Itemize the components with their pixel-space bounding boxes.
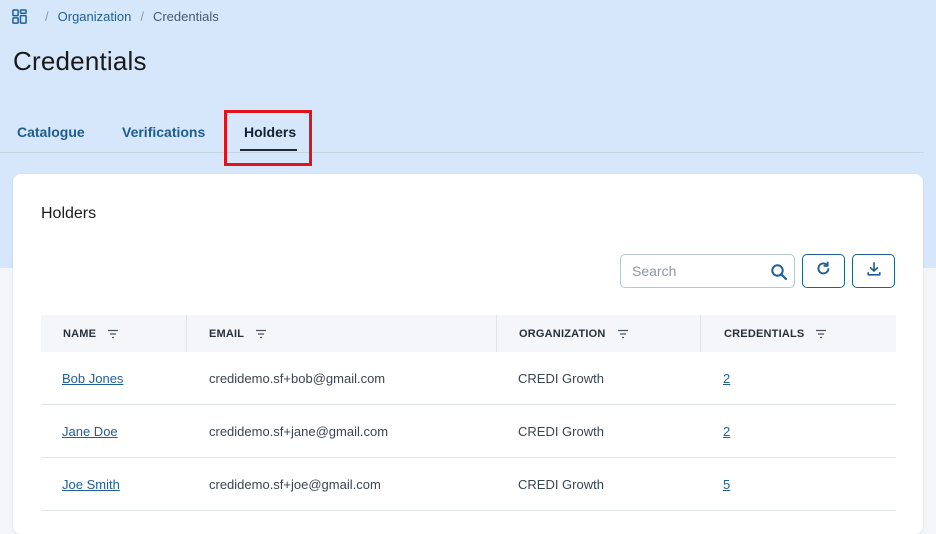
search-box <box>620 254 795 288</box>
holder-credentials-link[interactable]: 2 <box>723 371 730 386</box>
table-header: NAME EMAIL ORGANIZATION CREDENTIALS <box>41 315 896 352</box>
download-icon <box>866 261 882 282</box>
column-header-name: NAME <box>63 315 119 352</box>
column-header-credentials: CREDENTIALS <box>724 315 827 352</box>
holder-name-link[interactable]: Joe Smith <box>62 477 120 492</box>
filter-icon[interactable] <box>107 329 119 339</box>
breadcrumb-item-organization[interactable]: Organization <box>58 9 132 24</box>
breadcrumb-separator: / <box>45 8 49 24</box>
table-row: Jane Doe credidemo.sf+jane@gmail.com CRE… <box>41 405 896 458</box>
filter-icon[interactable] <box>255 329 267 339</box>
holder-organization: CREDI Growth <box>518 371 604 386</box>
column-label: ORGANIZATION <box>519 327 606 340</box>
column-divider <box>700 315 701 352</box>
column-label: CREDENTIALS <box>724 327 805 340</box>
search-input[interactable] <box>621 263 761 279</box>
holder-organization: CREDI Growth <box>518 477 604 492</box>
card-title: Holders <box>41 205 97 222</box>
column-header-organization: ORGANIZATION <box>519 315 629 352</box>
column-header-email: EMAIL <box>209 315 267 352</box>
tab-catalogue[interactable]: Catalogue <box>17 124 85 140</box>
filter-icon[interactable] <box>815 329 827 339</box>
download-button[interactable] <box>852 254 895 288</box>
holder-organization: CREDI Growth <box>518 424 604 439</box>
tab-verifications[interactable]: Verifications <box>122 124 205 140</box>
page-title: Credentials <box>13 46 147 76</box>
dashboard-icon[interactable] <box>12 8 27 24</box>
holder-email: credidemo.sf+joe@gmail.com <box>209 477 381 492</box>
holder-credentials-link[interactable]: 2 <box>723 424 730 439</box>
breadcrumb-separator: / <box>140 8 144 24</box>
table-row: Bob Jones credidemo.sf+bob@gmail.com CRE… <box>41 352 896 405</box>
holder-name-link[interactable]: Bob Jones <box>62 371 123 386</box>
holder-email: credidemo.sf+jane@gmail.com <box>209 424 389 439</box>
column-divider <box>496 315 497 352</box>
refresh-icon <box>815 260 832 282</box>
column-divider <box>186 315 187 352</box>
holders-table: NAME EMAIL ORGANIZATION CREDENTIALS Bob … <box>41 315 896 511</box>
refresh-button[interactable] <box>802 254 845 288</box>
column-label: EMAIL <box>209 327 245 340</box>
highlight-box <box>224 110 312 166</box>
tab-bar: Catalogue Verifications Holders <box>0 112 924 153</box>
search-icon[interactable] <box>770 263 788 281</box>
breadcrumb: / Organization / Credentials <box>12 8 219 24</box>
filter-icon[interactable] <box>617 329 629 339</box>
holders-card: Holders NAME <box>13 174 923 534</box>
holder-credentials-link[interactable]: 5 <box>723 477 730 492</box>
column-label: NAME <box>63 327 97 340</box>
holder-name-link[interactable]: Jane Doe <box>62 424 118 439</box>
holder-email: credidemo.sf+bob@gmail.com <box>209 371 386 386</box>
table-row: Joe Smith credidemo.sf+joe@gmail.com CRE… <box>41 458 896 511</box>
breadcrumb-item-credentials: Credentials <box>152 8 219 24</box>
